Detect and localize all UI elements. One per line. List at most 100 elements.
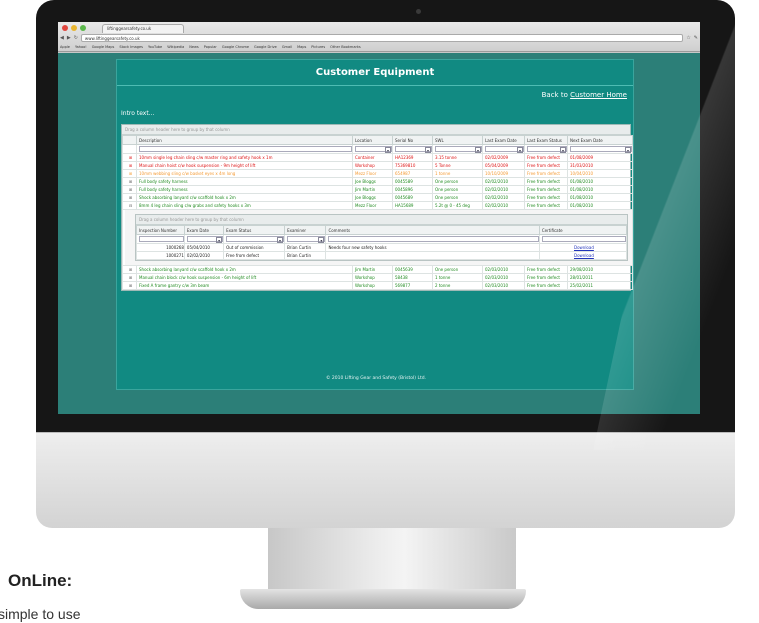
expand-toggle-icon[interactable]: ⊞ — [122, 273, 137, 282]
filter-dropdown-icon[interactable]: ▾ — [517, 146, 523, 153]
expand-toggle-icon[interactable]: ⊞ — [122, 185, 137, 194]
filter-input[interactable]: ▾ — [570, 145, 632, 153]
inspection-table: Inspection Number Exam Date Exam Status Exa… — [136, 225, 628, 260]
expand-toggle-icon[interactable]: ⊞ — [122, 153, 137, 162]
filter-dropdown-icon[interactable]: ▾ — [385, 146, 391, 153]
filter-dropdown-icon[interactable]: ▾ — [318, 236, 325, 243]
table-cell: Mezz Floor — [352, 169, 393, 178]
bookmark-item[interactable]: News — [189, 43, 198, 51]
bookmark-item[interactable]: Google Maps — [92, 43, 115, 51]
expand-toggle-icon[interactable]: ⊟ — [122, 201, 137, 210]
zoom-icon[interactable] — [80, 25, 86, 31]
bookmark-item[interactable]: Maps — [297, 43, 306, 51]
table-row[interactable]: ⊞ Manual chain hoist c/w hook suspension … — [122, 161, 633, 170]
filter-input[interactable]: ▾ — [435, 145, 482, 153]
inspection-filter-input[interactable] — [541, 236, 626, 242]
forward-arrow-icon[interactable]: ▶ — [67, 35, 71, 41]
table-row[interactable]: ⊞ Fixed A frame gantry c/w 3m beam Worksho… — [122, 281, 633, 290]
window-controls[interactable] — [62, 25, 86, 31]
inspection-filter-input[interactable]: ▾ — [186, 235, 223, 243]
expand-toggle-icon[interactable]: ⊞ — [122, 161, 137, 170]
column-header[interactable]: SWL — [432, 135, 483, 145]
address-bar[interactable]: www.liftinggearsafety.co.uk — [80, 33, 684, 42]
filter-input[interactable]: ▾ — [395, 145, 432, 153]
filter-dropdown-icon[interactable]: ▾ — [425, 146, 431, 153]
bookmark-item[interactable]: Yahoo! — [75, 43, 87, 51]
expand-toggle-icon[interactable]: ⊞ — [122, 169, 137, 178]
table-cell: Manual chain block c/w hook suspension -… — [136, 273, 353, 282]
column-header[interactable]: Serial No — [392, 135, 433, 145]
table-cell: Mezz Floor — [352, 201, 393, 210]
filter-dropdown-icon[interactable]: ▾ — [277, 236, 284, 243]
inspection-column-header[interactable]: Inspection Number — [136, 225, 185, 235]
table-row[interactable]: ⊞ Full body safety harness Jim Martin 00458… — [122, 185, 633, 194]
bookmark-item[interactable]: Google Drive — [254, 43, 277, 51]
browser-tab[interactable]: liftinggearsafety.co.uk — [102, 24, 184, 33]
table-cell: 02/03/2010 — [482, 265, 525, 274]
table-cell: 0045689 — [392, 193, 433, 202]
table-row[interactable]: ⊞ Manual chain block c/w hook suspension … — [122, 273, 633, 282]
table-cell: 10mm single leg chain sling c/w master r… — [136, 153, 353, 162]
bookmark-item[interactable]: Wikipedia — [167, 43, 184, 51]
bookmark-item[interactable]: Other Bookmarks — [330, 43, 361, 51]
column-header[interactable]: Location — [352, 135, 393, 145]
filter-input[interactable]: ▾ — [355, 145, 392, 153]
inspection-filter-input[interactable]: ▾ — [287, 235, 325, 243]
detail-group-by-area[interactable]: Drag a column header here to group by th… — [136, 215, 627, 225]
reload-icon[interactable]: ↻ — [74, 35, 78, 41]
filter-dropdown-icon[interactable]: ▾ — [475, 146, 481, 153]
bookmark-item[interactable]: Gmail — [282, 43, 292, 51]
download-certificate-link[interactable]: Download — [538, 243, 628, 252]
table-cell: One person — [432, 177, 483, 186]
filter-dropdown-icon[interactable]: ▾ — [625, 146, 631, 153]
table-cell: Jim Martin — [352, 265, 393, 274]
table-row[interactable]: ⊞ Shock absorbing lanyard c/w scaffold ho… — [122, 265, 633, 274]
inspection-column-header[interactable]: Exam Status — [223, 225, 286, 235]
filter-dropdown-icon[interactable]: ▾ — [216, 236, 223, 243]
bookmark-item[interactable]: YouTube — [148, 43, 162, 51]
inspection-filter-input[interactable] — [328, 236, 539, 242]
table-cell: 01/08/2010 — [567, 177, 633, 186]
expand-toggle-icon[interactable]: ⊞ — [122, 281, 137, 290]
customer-home-link[interactable]: Customer Home — [570, 91, 627, 99]
table-row[interactable]: ⊞ Shock absorbing lanyard c/w scaffold ho… — [122, 193, 633, 202]
expand-toggle-icon[interactable]: ⊞ — [122, 177, 137, 186]
bookmark-item[interactable]: Apple — [60, 43, 70, 51]
inspection-row[interactable]: 1000271 02/02/2010 Free from defect Brian C… — [136, 251, 628, 260]
star-icon[interactable]: ☆ — [686, 35, 690, 41]
bookmark-item[interactable]: Popular — [204, 43, 217, 51]
inspection-row[interactable]: 1000268 05/04/2010 Out of commission Brian … — [136, 243, 628, 252]
table-row[interactable]: ⊟ 8mm 4 leg chain sling c/w grabs and saf… — [122, 201, 633, 210]
wrench-icon[interactable]: ✎ — [694, 35, 698, 41]
inspection-column-header[interactable]: Comments — [325, 225, 540, 235]
column-header[interactable]: Last Exam Date — [482, 135, 525, 145]
filter-dropdown-icon[interactable]: ▾ — [560, 146, 566, 153]
table-row[interactable]: ⊞ 10mm webbing sling c/w basket eyes x 4m… — [122, 169, 633, 178]
table-cell: 02/02/2010 — [482, 177, 525, 186]
group-by-area[interactable]: Drag a column header here to group by th… — [122, 125, 630, 135]
back-arrow-icon[interactable]: ◀ — [60, 35, 64, 41]
inspection-column-header[interactable]: Examiner — [284, 225, 327, 235]
column-header[interactable]: Last Exam Status — [524, 135, 568, 145]
table-row[interactable]: ⊞ 10mm single leg chain sling c/w master … — [122, 153, 633, 162]
bookmark-item[interactable]: Google Chrome — [222, 43, 249, 51]
inspection-column-header[interactable]: Certificate — [538, 225, 628, 235]
table-row[interactable]: ⊞ Full body safety harness Joe Bloggs 00455… — [122, 177, 633, 186]
column-header[interactable]: Next Exam Date — [567, 135, 633, 145]
filter-input[interactable]: ▾ — [485, 145, 524, 153]
expand-toggle-icon[interactable]: ⊞ — [122, 193, 137, 202]
column-header[interactable]: Description — [136, 135, 353, 145]
caption-subtext: simple to use — [0, 606, 81, 622]
table-cell: 01/08/2009 — [567, 153, 633, 162]
minimize-icon[interactable] — [71, 25, 77, 31]
download-certificate-link[interactable]: Download — [538, 251, 628, 260]
inspection-column-header[interactable]: Exam Date — [183, 225, 225, 235]
inspection-filter-input[interactable] — [139, 236, 184, 242]
bookmark-item[interactable]: Pictures — [311, 43, 325, 51]
filter-input[interactable] — [139, 146, 352, 152]
close-icon[interactable] — [62, 25, 68, 31]
expand-toggle-icon[interactable]: ⊞ — [122, 265, 137, 274]
filter-input[interactable]: ▾ — [527, 145, 567, 153]
inspection-filter-input[interactable]: ▾ — [226, 235, 284, 243]
bookmark-item[interactable]: Stock Images — [119, 43, 143, 51]
